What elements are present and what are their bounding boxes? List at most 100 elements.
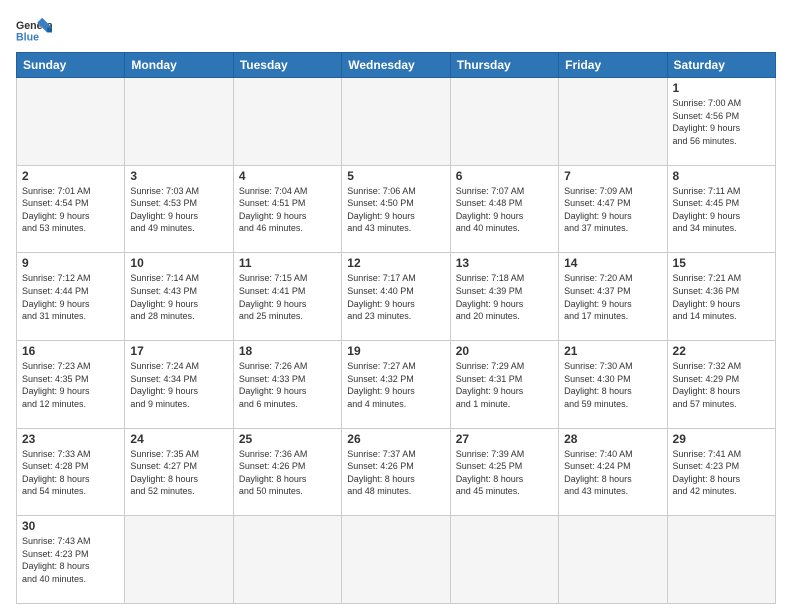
day-info: Sunrise: 7:36 AM Sunset: 4:26 PM Dayligh… [239,448,336,498]
day-number: 5 [347,169,444,183]
weekday-header-row: SundayMondayTuesdayWednesdayThursdayFrid… [17,53,776,78]
calendar-cell: 24 Sunrise: 7:35 AM Sunset: 4:27 PM Dayli… [125,428,233,516]
day-info: Sunrise: 7:41 AM Sunset: 4:23 PM Dayligh… [673,448,770,498]
calendar-cell: 4Sunrise: 7:04 AM Sunset: 4:51 PM Daylig… [233,165,341,253]
weekday-header-monday: Monday [125,53,233,78]
calendar-cell: 13Sunrise: 7:18 AM Sunset: 4:39 PM Dayli… [450,253,558,341]
day-info: Sunrise: 7:03 AM Sunset: 4:53 PM Dayligh… [130,185,227,235]
calendar-cell: 17 Sunrise: 7:24 AM Sunset: 4:34 PM Dayli… [125,340,233,428]
calendar-cell [125,78,233,166]
day-info: Sunrise: 7:09 AM Sunset: 4:47 PM Dayligh… [564,185,661,235]
day-number: 11 [239,256,336,270]
calendar-cell [559,78,667,166]
calendar-cell: 22 Sunrise: 7:32 AM Sunset: 4:29 PM Dayli… [667,340,775,428]
calendar-row-1: 1Sunrise: 7:00 AM Sunset: 4:56 PM Daylig… [17,78,776,166]
calendar-cell: 1Sunrise: 7:00 AM Sunset: 4:56 PM Daylig… [667,78,775,166]
day-number: 14 [564,256,661,270]
calendar-cell [667,516,775,604]
calendar-cell: 29 Sunrise: 7:41 AM Sunset: 4:23 PM Dayli… [667,428,775,516]
day-number: 24 [130,432,227,446]
day-number: 29 [673,432,770,446]
day-number: 4 [239,169,336,183]
day-number: 22 [673,344,770,358]
day-number: 30 [22,519,119,533]
calendar-cell: 25 Sunrise: 7:36 AM Sunset: 4:26 PM Dayli… [233,428,341,516]
calendar-cell [125,516,233,604]
calendar-cell: 12 Sunrise: 7:17 AM Sunset: 4:40 PM Dayli… [342,253,450,341]
day-info: Sunrise: 7:24 AM Sunset: 4:34 PM Dayligh… [130,360,227,410]
calendar-cell: 7 Sunrise: 7:09 AM Sunset: 4:47 PM Daylig… [559,165,667,253]
calendar-cell [559,516,667,604]
day-info: Sunrise: 7:01 AM Sunset: 4:54 PM Dayligh… [22,185,119,235]
day-info: Sunrise: 7:15 AM Sunset: 4:41 PM Dayligh… [239,272,336,322]
day-number: 18 [239,344,336,358]
day-info: Sunrise: 7:32 AM Sunset: 4:29 PM Dayligh… [673,360,770,410]
calendar-cell: 28 Sunrise: 7:40 AM Sunset: 4:24 PM Dayli… [559,428,667,516]
logo-icon: General Blue [16,16,52,44]
calendar-cell [233,78,341,166]
day-number: 2 [22,169,119,183]
day-info: Sunrise: 7:29 AM Sunset: 4:31 PM Dayligh… [456,360,553,410]
day-number: 25 [239,432,336,446]
day-info: Sunrise: 7:35 AM Sunset: 4:27 PM Dayligh… [130,448,227,498]
calendar-cell: 30 Sunrise: 7:43 AM Sunset: 4:23 PM Dayli… [17,516,125,604]
day-info: Sunrise: 7:00 AM Sunset: 4:56 PM Dayligh… [673,97,770,147]
weekday-header-saturday: Saturday [667,53,775,78]
calendar-cell: 15 Sunrise: 7:21 AM Sunset: 4:36 PM Dayli… [667,253,775,341]
calendar-table: SundayMondayTuesdayWednesdayThursdayFrid… [16,52,776,604]
day-number: 17 [130,344,227,358]
day-number: 16 [22,344,119,358]
header: General Blue [16,16,776,44]
calendar-row-2: 2 Sunrise: 7:01 AM Sunset: 4:54 PM Daylig… [17,165,776,253]
day-number: 28 [564,432,661,446]
day-info: Sunrise: 7:21 AM Sunset: 4:36 PM Dayligh… [673,272,770,322]
calendar-cell: 8Sunrise: 7:11 AM Sunset: 4:45 PM Daylig… [667,165,775,253]
calendar-cell [17,78,125,166]
day-info: Sunrise: 7:14 AM Sunset: 4:43 PM Dayligh… [130,272,227,322]
day-number: 10 [130,256,227,270]
calendar-cell: 19Sunrise: 7:27 AM Sunset: 4:32 PM Dayli… [342,340,450,428]
day-number: 9 [22,256,119,270]
calendar-cell: 23 Sunrise: 7:33 AM Sunset: 4:28 PM Dayli… [17,428,125,516]
day-number: 6 [456,169,553,183]
day-number: 12 [347,256,444,270]
logo: General Blue [16,16,52,44]
day-number: 21 [564,344,661,358]
calendar-cell: 16 Sunrise: 7:23 AM Sunset: 4:35 PM Dayli… [17,340,125,428]
day-info: Sunrise: 7:23 AM Sunset: 4:35 PM Dayligh… [22,360,119,410]
day-info: Sunrise: 7:17 AM Sunset: 4:40 PM Dayligh… [347,272,444,322]
day-info: Sunrise: 7:26 AM Sunset: 4:33 PM Dayligh… [239,360,336,410]
weekday-header-friday: Friday [559,53,667,78]
calendar-cell: 3Sunrise: 7:03 AM Sunset: 4:53 PM Daylig… [125,165,233,253]
calendar-cell [450,516,558,604]
weekday-header-tuesday: Tuesday [233,53,341,78]
calendar-cell: 11 Sunrise: 7:15 AM Sunset: 4:41 PM Dayli… [233,253,341,341]
calendar-cell: 9 Sunrise: 7:12 AM Sunset: 4:44 PM Daylig… [17,253,125,341]
day-number: 7 [564,169,661,183]
weekday-header-wednesday: Wednesday [342,53,450,78]
day-number: 23 [22,432,119,446]
day-info: Sunrise: 7:20 AM Sunset: 4:37 PM Dayligh… [564,272,661,322]
calendar-cell: 26Sunrise: 7:37 AM Sunset: 4:26 PM Dayli… [342,428,450,516]
calendar-cell: 6Sunrise: 7:07 AM Sunset: 4:48 PM Daylig… [450,165,558,253]
calendar-cell [233,516,341,604]
day-info: Sunrise: 7:12 AM Sunset: 4:44 PM Dayligh… [22,272,119,322]
day-info: Sunrise: 7:43 AM Sunset: 4:23 PM Dayligh… [22,535,119,585]
calendar-cell: 5Sunrise: 7:06 AM Sunset: 4:50 PM Daylig… [342,165,450,253]
day-info: Sunrise: 7:27 AM Sunset: 4:32 PM Dayligh… [347,360,444,410]
day-number: 15 [673,256,770,270]
calendar-row-3: 9 Sunrise: 7:12 AM Sunset: 4:44 PM Daylig… [17,253,776,341]
calendar-cell: 27Sunrise: 7:39 AM Sunset: 4:25 PM Dayli… [450,428,558,516]
weekday-header-sunday: Sunday [17,53,125,78]
calendar-row-5: 23 Sunrise: 7:33 AM Sunset: 4:28 PM Dayli… [17,428,776,516]
day-info: Sunrise: 7:39 AM Sunset: 4:25 PM Dayligh… [456,448,553,498]
calendar-cell [450,78,558,166]
day-number: 20 [456,344,553,358]
day-info: Sunrise: 7:33 AM Sunset: 4:28 PM Dayligh… [22,448,119,498]
calendar-cell [342,78,450,166]
day-info: Sunrise: 7:40 AM Sunset: 4:24 PM Dayligh… [564,448,661,498]
calendar-row-6: 30 Sunrise: 7:43 AM Sunset: 4:23 PM Dayli… [17,516,776,604]
day-number: 8 [673,169,770,183]
weekday-header-thursday: Thursday [450,53,558,78]
day-info: Sunrise: 7:30 AM Sunset: 4:30 PM Dayligh… [564,360,661,410]
